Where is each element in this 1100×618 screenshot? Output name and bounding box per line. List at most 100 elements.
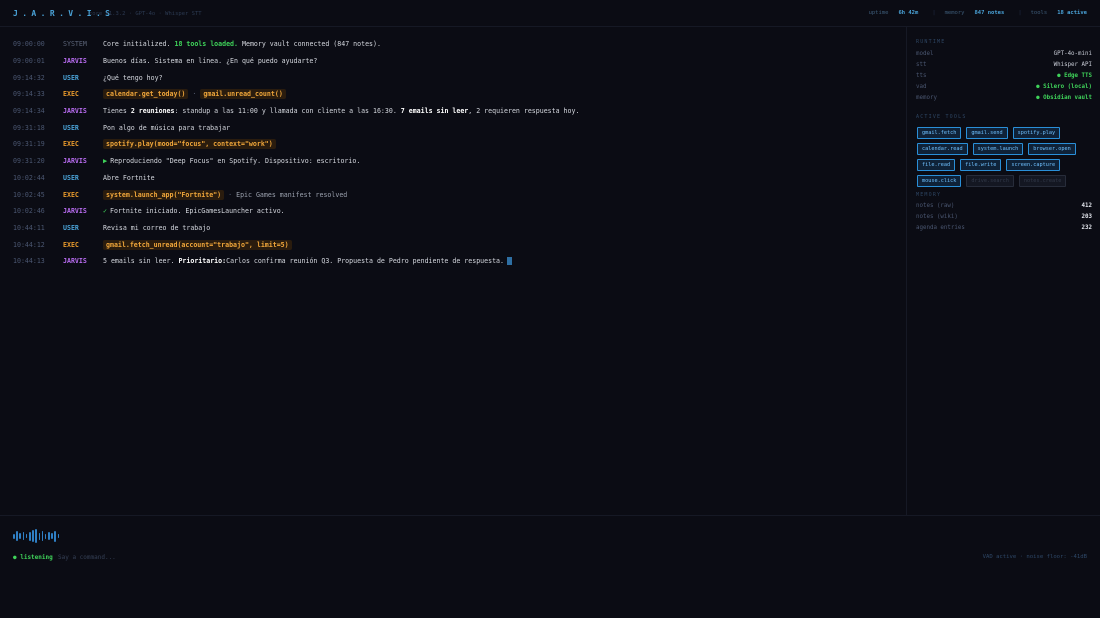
memory-agenda: agenda entries 232 [916,225,1092,231]
role-tag: JARVIS [63,207,87,216]
audio-waveform-icon [13,529,60,543]
log-entry: 10:44:12 EXEC gmail.fetch_unread(account… [0,236,905,253]
runtime-stt: stt Whisper API [916,62,1092,68]
message-text: ¿Qué tengo hoy? [103,73,163,82]
tool-call-chip: system.launch_app("Fortnite") [103,189,225,200]
tool-notes-create[interactable]: notes.create [1018,175,1067,187]
log-entry: 09:14:33 EXEC calendar.get_today() · gma… [0,86,905,103]
timestamp: 09:14:32 [13,73,45,82]
sidebar: RUNTIME model GPT-4o-mini stt Whisper AP… [906,27,1100,515]
timestamp: 09:31:18 [13,123,45,132]
runtime-tts: tts ● Edge TTS [916,73,1092,79]
tool-call-chip: spotify.play(mood="focus", context="work… [103,139,276,150]
timestamp: 09:14:33 [13,90,45,99]
log-entry: 10:02:45 EXEC system.launch_app("Fortnit… [0,186,905,203]
tool-file-read[interactable]: file.read [917,159,956,171]
runtime-value: ● Edge TTS [1057,73,1092,79]
message-text: Core initialized. 18 tools loaded. Memor… [103,40,381,48]
memory-value: 412 [1081,203,1092,209]
vad-status: VAD active · noise floor: -41dB [982,554,1087,560]
message-text: Pon algo de música para trabajar [103,123,231,132]
role-tag: EXEC [63,240,79,249]
tool-screen-capture[interactable]: screen.capture [1006,159,1061,171]
role-tag: JARVIS [63,57,87,66]
log-entry: 10:44:11 USER Revisa mi correo de trabaj… [0,220,905,237]
timestamp: 10:44:12 [13,240,45,249]
divider: | [932,10,936,16]
message-part: Reproduciendo "Deep Focus" en Spotify. D… [110,157,361,166]
conversation-log[interactable]: 09:00:00 SYSTEM Core initialized. 18 too… [0,36,905,270]
timestamp: 09:00:01 [13,57,45,66]
tool-file-write[interactable]: file.write [960,159,1002,171]
runtime-section-title: RUNTIME [916,39,946,45]
log-entry: 09:00:01 JARVIS Buenos días. Sistema en … [0,53,905,70]
memory-key: notes (raw) [916,203,955,209]
message-text: Abre Fortnite [103,173,155,182]
log-entry: 09:14:32 USER ¿Qué tengo hoy? [0,69,905,86]
runtime-key: memory [916,95,937,101]
tool-drive-search[interactable]: drive.search [966,175,1014,187]
runtime-vad: vad ● Silero (local) [916,84,1092,90]
memory-value: 232 [1081,225,1092,231]
role-tag: SYSTEM [63,40,87,49]
message-text: ✓ Fortnite iniciado. EpicGamesLauncher a… [103,207,285,215]
memory-notes-wiki: notes (wiki) 203 [916,214,1092,220]
separator: · [228,190,233,199]
tool-browser-open[interactable]: browser.open [1028,143,1076,155]
tool-spotify-play[interactable]: spotify.play [1012,127,1061,139]
tool-mouse-click[interactable]: mouse.click [917,175,962,187]
timestamp: 09:00:00 [13,40,45,49]
message-part: : standup a las 11:00 y llamada con clie… [174,107,397,116]
timestamp: 09:14:34 [13,107,45,116]
log-entry: 09:31:20 JARVIS ▶ Reproduciendo "Deep Fo… [0,153,905,170]
command-input[interactable]: Say a command... [58,554,116,561]
tool-gmail-send[interactable]: gmail.send [966,127,1008,139]
message-text: ▶ Reproduciendo "Deep Focus" en Spotify.… [103,157,360,165]
header-bar: J.A.R.V.I.S core v1.3.2 · GPT-4o · Whisp… [0,0,1100,27]
timestamp: 10:02:44 [13,173,45,182]
timestamp: 10:44:11 [13,223,45,232]
separator: · [192,90,197,99]
tools-label: tools [1030,10,1048,16]
text-cursor [506,257,512,266]
message-emphasis: Prioritario: [178,257,227,266]
message-part: Memory vault connected (847 notes). [242,40,381,49]
runtime-key: tts [916,73,927,79]
runtime-key: stt [916,62,927,68]
tool-gmail-fetch[interactable]: gmail.fetch [917,127,962,139]
memory-label: memory [944,10,965,16]
build-info: core v1.3.2 · GPT-4o · Whisper STT [89,11,202,17]
uptime-value: 6h 42m [898,10,919,16]
log-entry: 10:02:44 USER Abre Fortnite [0,170,905,187]
tools-value: 18 active [1057,10,1087,16]
runtime-value: Whisper API [1053,62,1092,68]
role-tag: USER [63,73,79,82]
exec-note: Epic Games manifest resolved [236,190,348,199]
runtime-value: ● Obsidian vault [1036,95,1092,101]
check-icon: ✓ [103,207,107,216]
header-stats: uptime 6h 42m | memory 847 notes | tools… [869,10,1087,16]
log-entry: 09:14:34 JARVIS Tienes 2 reuniones: stan… [0,103,905,120]
input-bar: ● listening Say a command... VAD active … [0,515,1100,618]
memory-key: notes (wiki) [916,214,958,220]
message-text: calendar.get_today() · gmail.unread_coun… [103,89,290,100]
role-tag: USER [63,173,79,182]
message-text: Tienes 2 reuniones: standup a las 11:00 … [103,107,579,115]
runtime-value: GPT-4o-mini [1053,51,1092,57]
log-entry: 09:00:00 SYSTEM Core initialized. 18 too… [0,36,905,53]
message-part: Fortnite iniciado. EpicGamesLauncher act… [109,207,285,216]
message-text: 5 emails sin leer. Prioritario: Carlos c… [103,257,512,266]
divider: | [1018,10,1022,16]
message-text: spotify.play(mood="focus", context="work… [103,139,280,150]
tools-grid: gmail.fetch gmail.send spotify.play cale… [917,127,1097,187]
message-part: Tienes [103,107,127,116]
log-entry: 10:44:13 JARVIS 5 emails sin leer. Prior… [0,253,905,270]
tool-call-chip: gmail.fetch_unread(account="trabajo", li… [103,239,292,250]
role-tag: JARVIS [63,157,87,166]
timestamp: 10:02:45 [13,190,45,199]
runtime-model: model GPT-4o-mini [916,51,1092,57]
tool-system-launch[interactable]: system.launch [972,143,1024,155]
tool-calendar-read[interactable]: calendar.read [917,143,968,155]
tool-call-chip: calendar.get_today() [103,89,189,100]
timestamp: 09:31:20 [13,157,45,166]
